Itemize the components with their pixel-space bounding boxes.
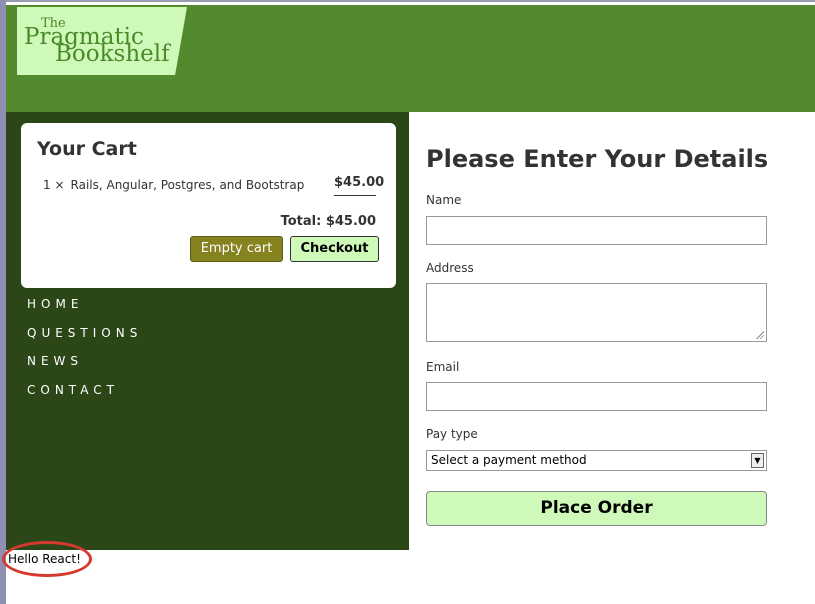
nav-item-questions[interactable]: QUESTIONS xyxy=(27,326,142,355)
resize-handle-icon[interactable] xyxy=(756,331,764,339)
cart-total: Total: $45.00 xyxy=(280,214,376,229)
empty-cart-button[interactable]: Empty cart xyxy=(190,236,283,262)
side-nav: HOME QUESTIONS NEWS CONTACT xyxy=(27,297,142,411)
checkout-button[interactable]: Checkout xyxy=(290,236,379,262)
banner: The Pragmatic Bookshelf xyxy=(6,5,815,112)
line-item-quantity: 1 × xyxy=(43,178,65,192)
dropdown-arrow-icon[interactable]: ▼ xyxy=(751,453,764,468)
logo-line-bookshelf: Bookshelf xyxy=(55,41,170,67)
address-label: Address xyxy=(426,261,474,275)
line-item-price: $45.00 xyxy=(334,175,384,196)
cart-title: Your Cart xyxy=(37,138,137,160)
annotation-circle xyxy=(2,541,92,577)
cart-line-item: 1 × Rails, Angular, Postgres, and Bootstr… xyxy=(43,178,304,192)
window-top-border xyxy=(0,0,815,2)
email-field[interactable] xyxy=(426,382,767,411)
address-field[interactable] xyxy=(426,283,767,342)
pay-type-select[interactable]: Select a payment method ▼ xyxy=(426,450,767,471)
name-label: Name xyxy=(426,193,462,207)
pay-type-selected-value: Select a payment method xyxy=(431,453,587,467)
pay-type-label: Pay type xyxy=(426,427,478,441)
name-field[interactable] xyxy=(426,216,767,245)
cart-panel: Your Cart 1 × Rails, Angular, Postgres, a… xyxy=(21,123,396,288)
line-item-title: Rails, Angular, Postgres, and Bootstrap xyxy=(70,178,305,192)
logo[interactable]: The Pragmatic Bookshelf xyxy=(17,7,187,75)
nav-item-news[interactable]: NEWS xyxy=(27,354,142,383)
nav-item-home[interactable]: HOME xyxy=(27,297,142,326)
place-order-button[interactable]: Place Order xyxy=(426,491,767,526)
page-title: Please Enter Your Details xyxy=(426,145,769,173)
email-label: Email xyxy=(426,360,460,374)
nav-item-contact[interactable]: CONTACT xyxy=(27,383,142,412)
